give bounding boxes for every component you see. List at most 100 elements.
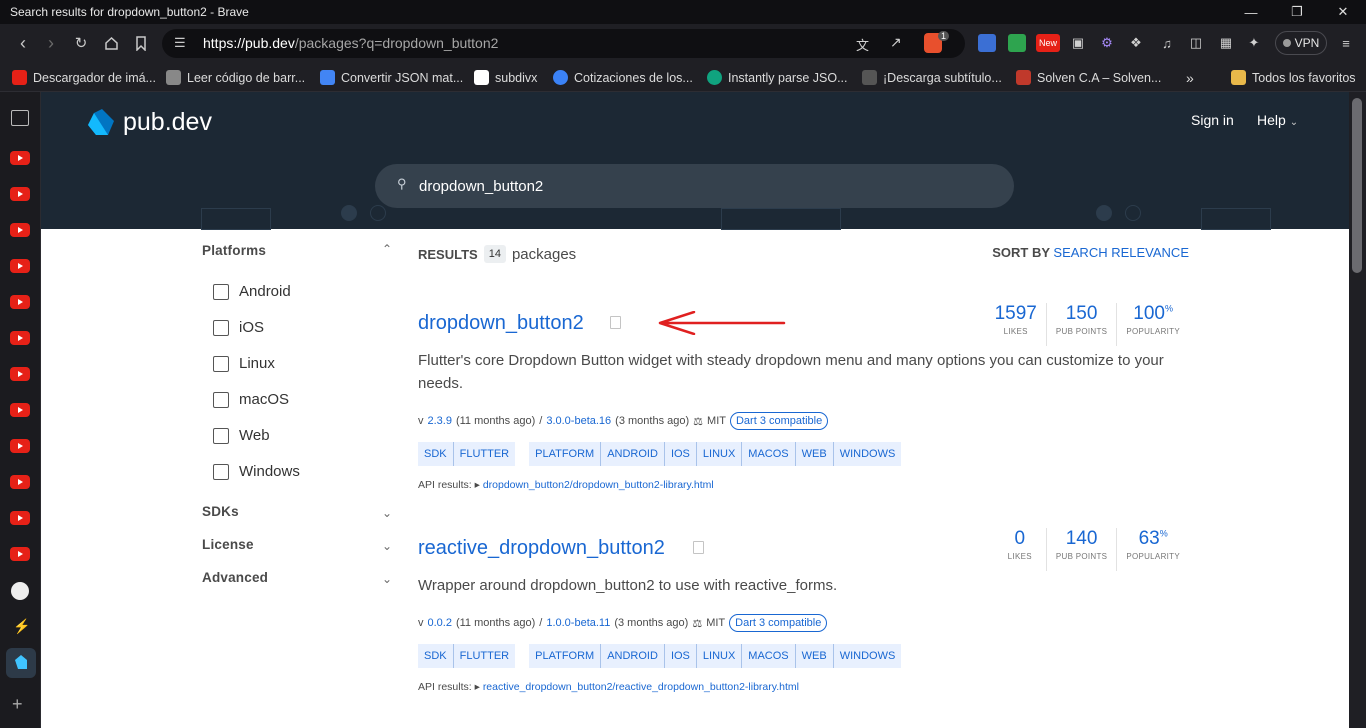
tag-windows[interactable]: WINDOWS	[832, 442, 902, 466]
youtube-icon[interactable]	[10, 187, 30, 201]
sort-value[interactable]: SEARCH RELEVANCE	[1053, 245, 1189, 260]
copy-icon[interactable]	[693, 541, 704, 554]
sort-control[interactable]: SORT BY SEARCH RELEVANCE	[992, 245, 1189, 260]
menu-icon[interactable]: ≡	[1336, 34, 1356, 52]
dart-tab-icon[interactable]	[6, 648, 36, 678]
version-link[interactable]: 2.3.9	[428, 415, 452, 427]
tag-macos[interactable]: MACOS	[741, 442, 794, 466]
beta-version-link[interactable]: 1.0.0-beta.11	[546, 617, 610, 629]
site-settings-icon[interactable]: ☰	[174, 35, 186, 51]
page-scrollbar[interactable]	[1349, 92, 1366, 728]
platforms-filter-header[interactable]: Platforms ⌃	[202, 242, 392, 264]
bolt-icon[interactable]: ⚡	[13, 618, 30, 635]
vpn-button[interactable]: VPN	[1275, 31, 1327, 55]
search-input[interactable]: ⚲ dropdown_button2	[375, 164, 1014, 208]
api-result-link[interactable]: dropdown_button2/dropdown_button2-librar…	[483, 479, 714, 491]
youtube-icon[interactable]	[10, 223, 30, 237]
scrollbar-thumb[interactable]	[1352, 98, 1362, 273]
wallet-icon[interactable]: ▦	[1216, 34, 1236, 52]
bookmark-item[interactable]: Convertir JSON mat...	[320, 69, 463, 86]
help-menu[interactable]: Help ⌄	[1257, 112, 1298, 128]
tag-android[interactable]: ANDROID	[600, 644, 664, 668]
reload-icon[interactable]: ↻	[70, 32, 92, 54]
bookmark-item[interactable]: Solven C.A – Solven...	[1016, 69, 1161, 86]
more-bookmarks-icon[interactable]: »	[1186, 69, 1194, 86]
tag-android[interactable]: ANDROID	[600, 442, 664, 466]
tag-flutter[interactable]: FLUTTER	[452, 442, 516, 466]
tag-linux[interactable]: LINUX	[695, 644, 741, 668]
tag-sdk[interactable]: SDK	[418, 442, 453, 466]
checkbox[interactable]	[213, 319, 229, 336]
checkbox[interactable]	[213, 463, 229, 480]
forward-icon[interactable]: ›	[40, 32, 62, 54]
bookmark-icon[interactable]	[130, 32, 152, 54]
gear-icon[interactable]: ⚙	[1097, 34, 1117, 52]
tag-web[interactable]: WEB	[794, 644, 833, 668]
translate-extension-icon[interactable]	[978, 34, 996, 52]
youtube-icon[interactable]	[10, 511, 30, 525]
sidebar-panel-icon[interactable]	[11, 110, 29, 126]
platform-checkbox-android[interactable]: Android	[213, 283, 291, 300]
translate-icon[interactable]: 文	[856, 35, 869, 54]
package-name-link[interactable]: reactive_dropdown_button2	[418, 537, 665, 560]
all-bookmarks-folder[interactable]: Todos los favoritos	[1231, 69, 1356, 86]
new-extension-icon[interactable]: New	[1036, 34, 1060, 52]
platform-checkbox-web[interactable]: Web	[213, 427, 270, 444]
bookmark-item[interactable]: Cotizaciones de los...	[553, 69, 693, 86]
bookmark-item[interactable]: Leer código de barr...	[166, 69, 305, 86]
checkbox[interactable]	[213, 391, 229, 408]
youtube-icon[interactable]	[10, 475, 30, 489]
platform-checkbox-macos[interactable]: macOS	[213, 391, 289, 408]
license-filter-header[interactable]: License ⌄	[202, 536, 392, 558]
close-window-button[interactable]: ✕	[1320, 0, 1366, 24]
extension-green-icon[interactable]	[1008, 34, 1026, 52]
platform-checkbox-ios[interactable]: iOS	[213, 319, 264, 336]
copy-icon[interactable]	[610, 316, 621, 329]
youtube-icon[interactable]	[10, 295, 30, 309]
sdks-filter-header[interactable]: SDKs ⌄	[202, 503, 392, 525]
camera-icon[interactable]: ▣	[1068, 34, 1088, 52]
advanced-filter-header[interactable]: Advanced ⌄	[202, 569, 392, 591]
music-icon[interactable]: ♫	[1157, 34, 1177, 52]
bookmark-item[interactable]: Descargador de imá...	[12, 69, 156, 86]
restore-button[interactable]: ❐	[1274, 0, 1320, 24]
add-icon[interactable]: +	[12, 694, 23, 715]
share-icon[interactable]: ↗	[890, 34, 902, 51]
tag-windows[interactable]: WINDOWS	[832, 644, 902, 668]
youtube-icon[interactable]	[10, 259, 30, 273]
youtube-icon[interactable]	[10, 403, 30, 417]
dart3-badge[interactable]: Dart 3 compatible	[729, 412, 829, 430]
address-bar[interactable]: ☰ https://pub.dev/packages?q=dropdown_bu…	[162, 29, 965, 58]
url-text[interactable]: https://pub.dev/packages?q=dropdown_butt…	[203, 35, 498, 51]
platform-checkbox-windows[interactable]: Windows	[213, 463, 300, 480]
youtube-icon[interactable]	[10, 331, 30, 345]
tag-linux[interactable]: LINUX	[695, 442, 741, 466]
tag-ios[interactable]: IOS	[663, 442, 696, 466]
back-icon[interactable]: ‹	[12, 32, 34, 54]
platform-checkbox-linux[interactable]: Linux	[213, 355, 275, 372]
tag-platform[interactable]: PLATFORM	[529, 644, 600, 668]
bookmark-item[interactable]: subdivx	[474, 69, 537, 86]
checkbox[interactable]	[213, 355, 229, 372]
youtube-icon[interactable]	[10, 547, 30, 561]
bookmark-item[interactable]: Instantly parse JSO...	[707, 69, 848, 86]
leo-ai-icon[interactable]: ✦	[1244, 34, 1264, 52]
tag-platform[interactable]: PLATFORM	[529, 442, 600, 466]
checkbox[interactable]	[213, 427, 229, 444]
package-name-link[interactable]: dropdown_button2	[418, 312, 584, 335]
github-icon[interactable]	[11, 582, 29, 600]
youtube-icon[interactable]	[10, 151, 30, 165]
pubdev-logo[interactable]: pub.dev	[88, 108, 212, 137]
home-icon[interactable]	[100, 32, 122, 54]
youtube-icon[interactable]	[10, 439, 30, 453]
tag-sdk[interactable]: SDK	[418, 644, 453, 668]
sidebar-toggle-icon[interactable]: ◫	[1186, 34, 1206, 52]
bookmark-item[interactable]: ¡Descarga subtítulo...	[862, 69, 1002, 86]
api-result-link[interactable]: reactive_dropdown_button2/reactive_dropd…	[483, 681, 799, 693]
minimize-button[interactable]: —	[1228, 0, 1274, 24]
tag-macos[interactable]: MACOS	[741, 644, 794, 668]
dart3-badge[interactable]: Dart 3 compatible	[729, 614, 828, 632]
beta-version-link[interactable]: 3.0.0-beta.16	[546, 415, 611, 427]
version-link[interactable]: 0.0.2	[428, 617, 452, 629]
checkbox[interactable]	[213, 283, 229, 300]
